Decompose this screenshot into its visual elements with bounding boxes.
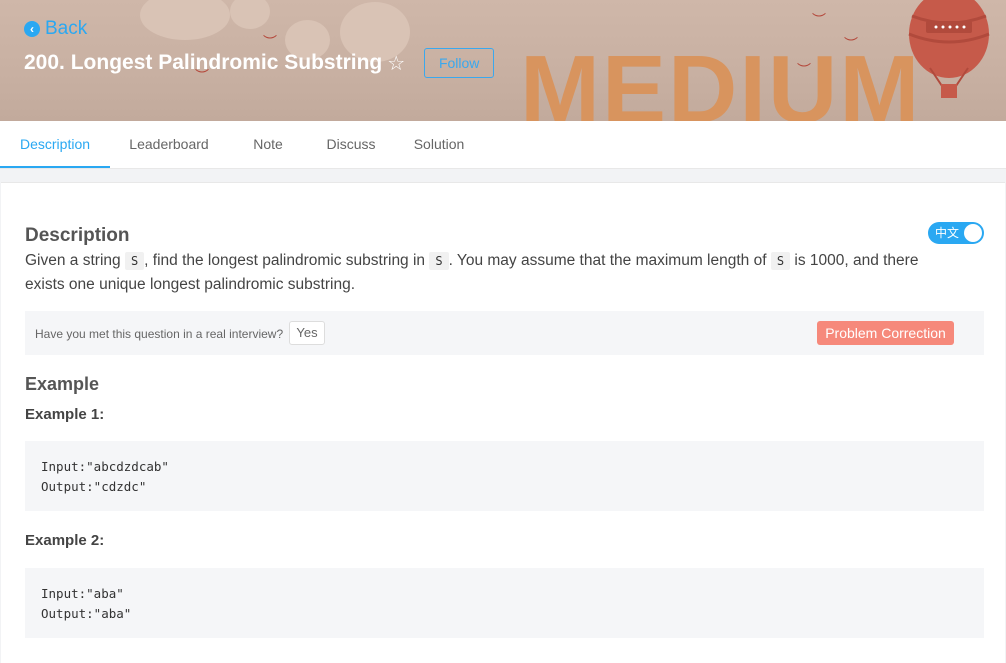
problem-tabs: Description Leaderboard Note Discuss Sol… <box>0 121 1006 169</box>
tab-discuss[interactable]: Discuss <box>321 121 381 168</box>
yes-button[interactable]: Yes <box>289 321 325 345</box>
example-code-block: Input:"abcdzdcab" Output:"cdzdc" <box>25 441 984 511</box>
problem-content-card: Description 中文 Given a string S, find th… <box>1 182 1005 663</box>
language-toggle-label: 中文 <box>935 226 960 240</box>
tab-solution[interactable]: Solution <box>407 121 471 168</box>
star-icon[interactable]: ☆ <box>387 51 405 75</box>
tab-leaderboard[interactable]: Leaderboard <box>124 121 214 168</box>
back-arrow-icon: ‹ <box>24 21 40 37</box>
example-input: Input:"aba" <box>41 586 124 601</box>
cloud-decoration <box>230 0 270 29</box>
example-output: Output:"cdzdc" <box>41 478 147 494</box>
example-title: Example 2: <box>25 532 105 549</box>
cloud-decoration <box>140 0 230 40</box>
example-code-block: Input:"aba" Output:"aba" <box>25 568 984 638</box>
hot-air-balloon-icon <box>908 0 990 98</box>
interview-question-bar: Have you met this question in a real int… <box>25 311 984 355</box>
title-row: 200. Longest Palindromic Substring ☆ Fol… <box>24 48 495 78</box>
description-text-part: . You may assume that the maximum length… <box>448 252 771 269</box>
inline-code-s: S <box>770 252 791 270</box>
toggle-knob <box>964 224 982 242</box>
follow-button[interactable]: Follow <box>424 48 495 78</box>
interview-question: Have you met this question in a real int… <box>35 327 284 341</box>
example-title: Example 1: <box>25 406 105 423</box>
problem-correction-button[interactable]: Problem Correction <box>817 321 954 345</box>
example-input: Input:"abcdzdcab" <box>41 459 169 474</box>
example-heading: Example <box>25 374 100 394</box>
problem-title: 200. Longest Palindromic Substring <box>24 51 383 74</box>
tab-note[interactable]: Note <box>243 121 293 168</box>
difficulty-banner-word: MEDIUM <box>520 36 922 122</box>
description-text-part: Given a string <box>25 252 125 269</box>
description-heading: Description <box>25 225 130 246</box>
back-label: Back <box>45 18 88 39</box>
example-output: Output:"aba" <box>41 605 132 621</box>
description-text: Given a string S, find the longest palin… <box>25 249 955 297</box>
back-link[interactable]: ‹ Back <box>24 18 87 40</box>
inline-code-s: S <box>124 252 145 270</box>
description-text-part: , find the longest palindromic substring… <box>144 252 430 269</box>
inline-code-s: S <box>429 252 449 270</box>
language-toggle[interactable]: 中文 <box>928 222 984 244</box>
problem-banner: ︶ ︶ ︶ ︶ ︶ MEDIUM ‹ Back 200. Longest Pal… <box>0 0 1006 121</box>
bird-decoration: ︶ <box>812 13 826 29</box>
tab-description[interactable]: Description <box>0 121 110 168</box>
